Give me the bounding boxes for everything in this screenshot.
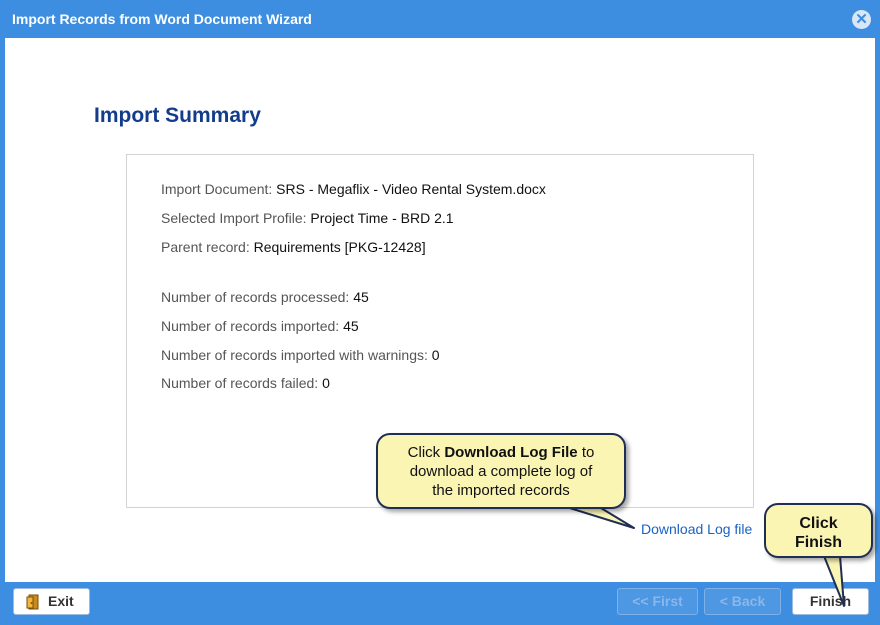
callout-download-suffix: to xyxy=(577,444,595,461)
callout-download-line2: download a complete log of xyxy=(409,463,593,480)
finish-callout-tail xyxy=(823,555,845,607)
download-log-callout: Click Download Log File to download a co… xyxy=(376,433,626,509)
callout-finish-line1: Click xyxy=(799,515,838,532)
callout-finish-line2: Finish xyxy=(794,534,843,551)
callout-download-line3: the imported records xyxy=(432,482,570,499)
callout-tails xyxy=(559,504,845,607)
callout-download-prefix: Click xyxy=(407,444,445,461)
callout-download-bold: Download Log File xyxy=(444,444,578,461)
finish-callout: Click Finish xyxy=(764,503,873,558)
